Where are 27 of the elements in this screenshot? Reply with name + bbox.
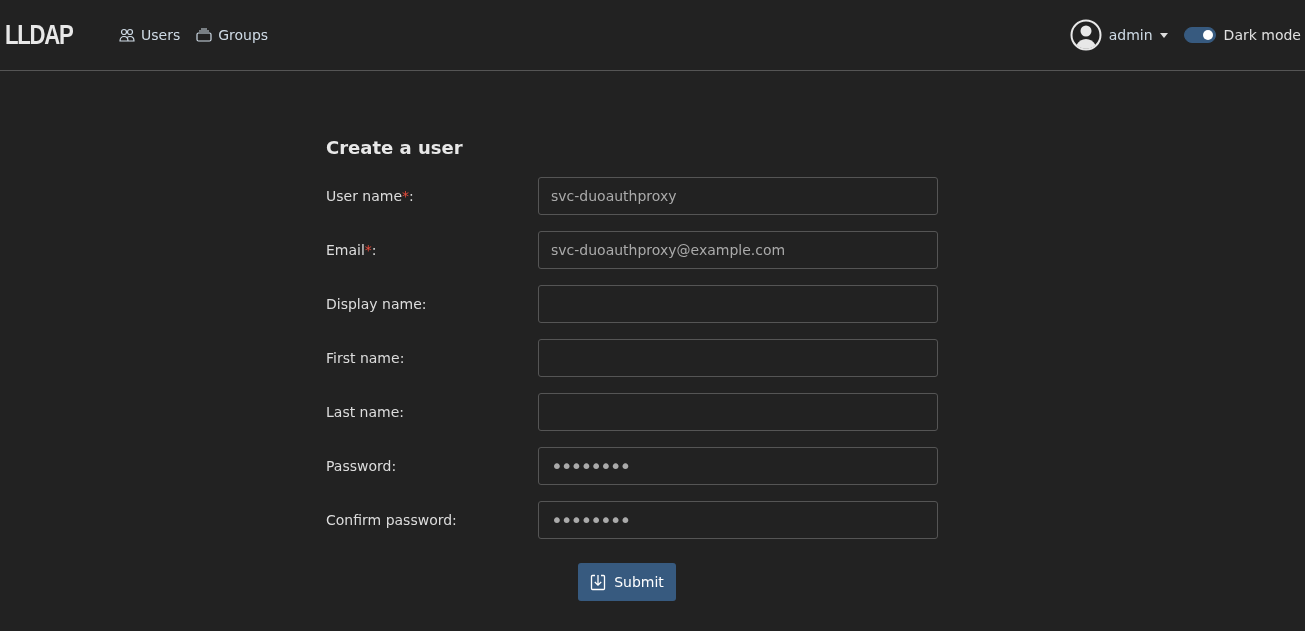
field-label: Password: [326, 458, 398, 474]
input-field[interactable] [538, 285, 938, 323]
caret-icon [1159, 32, 1168, 38]
download-icon [590, 573, 607, 591]
logo-text: LLDAP [5, 19, 74, 51]
field-label: User name*: [326, 188, 415, 204]
password-field[interactable]: •••••••• [538, 501, 938, 539]
input-field[interactable]: svc-duoauthproxy [538, 177, 938, 215]
user-menu[interactable]: admin [1069, 19, 1168, 51]
input-field[interactable] [538, 339, 938, 377]
field-label: Display name: [326, 296, 428, 312]
stack-icon [196, 28, 213, 42]
submit-button[interactable]: Submit [578, 563, 676, 601]
field-label: Last name: [326, 404, 406, 420]
avatar-icon [1069, 19, 1102, 51]
input-field[interactable] [538, 393, 938, 431]
toggle-label: Dark mode [1223, 27, 1301, 43]
field-label: Confirm password: [326, 512, 458, 528]
form-title: Create a user [326, 137, 464, 158]
nav-link[interactable]: Groups [196, 27, 269, 43]
field-label: First name: [326, 350, 406, 366]
people-icon [119, 28, 135, 42]
field-label: Email*: [326, 242, 378, 258]
nav-link[interactable]: Users [119, 27, 181, 43]
password-field[interactable]: •••••••• [538, 447, 938, 485]
toggle-switch[interactable] [1183, 27, 1216, 43]
input-field[interactable]: svc-duoauthproxy@example.com [538, 231, 938, 269]
